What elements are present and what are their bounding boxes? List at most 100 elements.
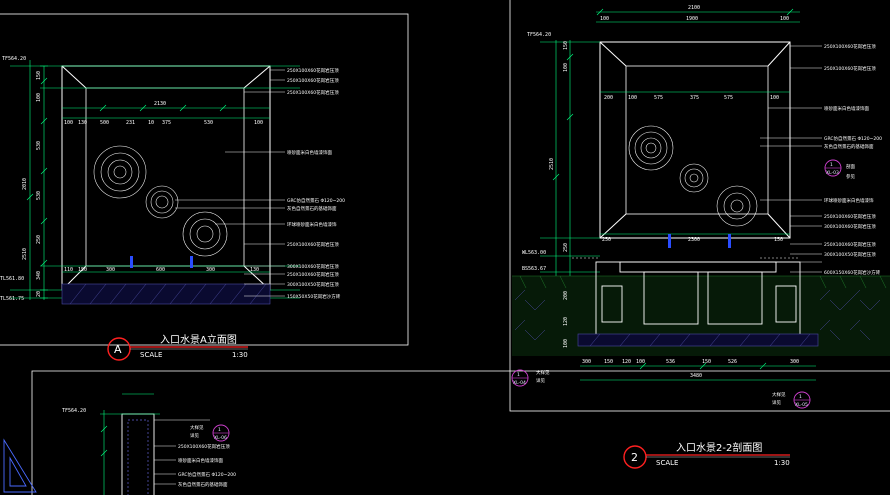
dimension-label: 575 (724, 95, 733, 101)
material-note: 300X100X50花岗岩压顶 (287, 281, 339, 288)
elevation-a: TF564.20 TL561.80 TL561.75 2130 100 130 … (0, 56, 345, 361)
dimension-label: 300 (206, 267, 215, 273)
material-note: 250X100X60花岗岩压顶 (824, 241, 876, 248)
dimension-label: 110 (64, 267, 73, 273)
level-label: TF564.20 (527, 32, 551, 38)
dimension-label: 250 (602, 237, 611, 243)
material-note: 灰色自然景石的基础饰面 (287, 205, 337, 212)
material-note: 剖面 (846, 163, 855, 170)
frame-view-b (31, 370, 890, 495)
dimension-label: 500 (100, 120, 109, 126)
material-note: 300X100X60花岗岩压顶 (824, 223, 876, 230)
level-label: TF564.20 (2, 56, 26, 62)
material-note: 喷砂面米白色墙漆饰面 (178, 457, 223, 464)
dimension-label: 200 (604, 95, 613, 101)
dimension-label: 2010 (22, 178, 28, 190)
triangle-icon (3, 438, 37, 493)
marker-top: 1 (830, 162, 833, 168)
material-note: 250X100X60花岗岩压顶 (287, 271, 339, 278)
dimension-label: 2510 (22, 248, 28, 260)
dimension-label: 150 (604, 359, 613, 365)
column-outline (121, 413, 155, 495)
stone-small (716, 185, 758, 227)
dimension-label: 100 (600, 16, 609, 22)
dimension-label: 231 (126, 120, 135, 126)
dimension-label: 526 (728, 359, 737, 365)
dimension-label: 100 (770, 95, 779, 101)
material-note: 250X100X60花岗岩压顶 (287, 77, 339, 84)
scale-label: SCALE (140, 351, 162, 359)
view-title: 入口水景2-2剖面图 (676, 441, 762, 454)
material-note: GRC仿自然景石 Φ120~200 (178, 471, 236, 478)
section-marker: 1 XL-06 (212, 424, 230, 442)
dimension-label: 100 (64, 120, 73, 126)
dimension-label: 600 (156, 267, 165, 273)
callout-note: 大样见 (536, 369, 550, 376)
dimension-label: 100 (36, 93, 42, 102)
dimension-label: 150 (702, 359, 711, 365)
dimension-label: 300 (106, 267, 115, 273)
marker-top: 1 (517, 372, 520, 378)
dimension-label: 120 (622, 359, 631, 365)
section-marker: 1 XL-05 (793, 391, 811, 409)
dimension-label: 2300 (688, 237, 700, 243)
dimension-label: 300 (790, 359, 799, 365)
material-note: 喷砂面米白色墙漆饰面 (824, 105, 869, 112)
section-marker: 1 XL-03 (824, 159, 842, 177)
dimension-label: 536 (666, 359, 675, 365)
material-note: 250X100X60花岗岩压顶 (824, 65, 876, 72)
callout-note: 详见 (772, 399, 781, 406)
dimension-label: 530 (204, 120, 213, 126)
dimension-label: 150 (774, 237, 783, 243)
section-2-2: 1 XL-03 1 XL-04 1 XL-05 TF564.20 WL563.0… (511, 5, 890, 469)
material-note: 300X100X50花岗岩压顶 (824, 251, 876, 258)
stone-large (628, 125, 674, 171)
material-note: 150X50X50花岗岩沙方砖 (287, 293, 341, 300)
dimension-label: 3480 (690, 373, 702, 379)
callout-note: 详见 (536, 377, 545, 384)
title-block-2: 2 入口水景2-2剖面图 SCALE 1:30 (623, 441, 790, 469)
material-note: 250X100X60花岗岩压顶 (287, 89, 339, 96)
feature-wall-panel (85, 87, 245, 267)
sheet-frames (0, 0, 890, 495)
level-label: WL563.00 (522, 250, 546, 256)
view-badge-label: A (114, 343, 122, 356)
level-label: BS563.67 (522, 266, 546, 272)
dimension-label: 2130 (154, 101, 166, 107)
dimension-label: 150 (78, 267, 87, 273)
material-note: 250X100X60花岗岩压顶 (824, 43, 876, 50)
scale-label: SCALE (656, 459, 678, 467)
marker-bottom: XL-03 (826, 170, 839, 176)
dimension-label: 250 (36, 235, 42, 244)
section-marker: 1 XL-04 (511, 369, 529, 387)
dimension-label: 20 (36, 291, 42, 297)
marker-bottom: XL-04 (513, 380, 526, 386)
material-note: GRC仿自然景石 Φ120~200 (287, 197, 345, 204)
scale-value: 1:30 (774, 459, 790, 467)
dimension-label: 530 (36, 191, 42, 200)
dimension-label: 130 (78, 120, 87, 126)
material-note: 环球喷砂面米白色墙漆饰 (287, 221, 337, 228)
dimension-label: 150 (36, 71, 42, 80)
marker-top: 1 (799, 394, 802, 400)
material-note: 250X100X60花岗岩压顶 (824, 213, 876, 220)
dimension-label: 100 (780, 16, 789, 22)
dimension-label: 530 (36, 141, 42, 150)
material-note: 参见 (846, 173, 855, 180)
view-badge-label: 2 (631, 451, 638, 464)
dimension-label: 100 (254, 120, 263, 126)
material-note: 250X100X60花岗岩压顶 (287, 241, 339, 248)
dimension-label: 340 (36, 271, 42, 280)
stone-medium (679, 163, 709, 193)
material-note: 灰色自然景石的基础饰面 (178, 481, 228, 488)
scale-value: 1:30 (232, 351, 248, 359)
pool-base (61, 283, 271, 305)
callout-note: 详见 (190, 432, 199, 439)
dimension-label: 375 (690, 95, 699, 101)
dimension-label: 100 (628, 95, 637, 101)
dimension-label: 100 (563, 63, 569, 72)
marker-top: 1 (218, 427, 221, 433)
callout-note: 大样见 (190, 424, 204, 431)
dimension-label: 100 (563, 339, 569, 348)
dimension-label: 2510 (549, 158, 555, 170)
